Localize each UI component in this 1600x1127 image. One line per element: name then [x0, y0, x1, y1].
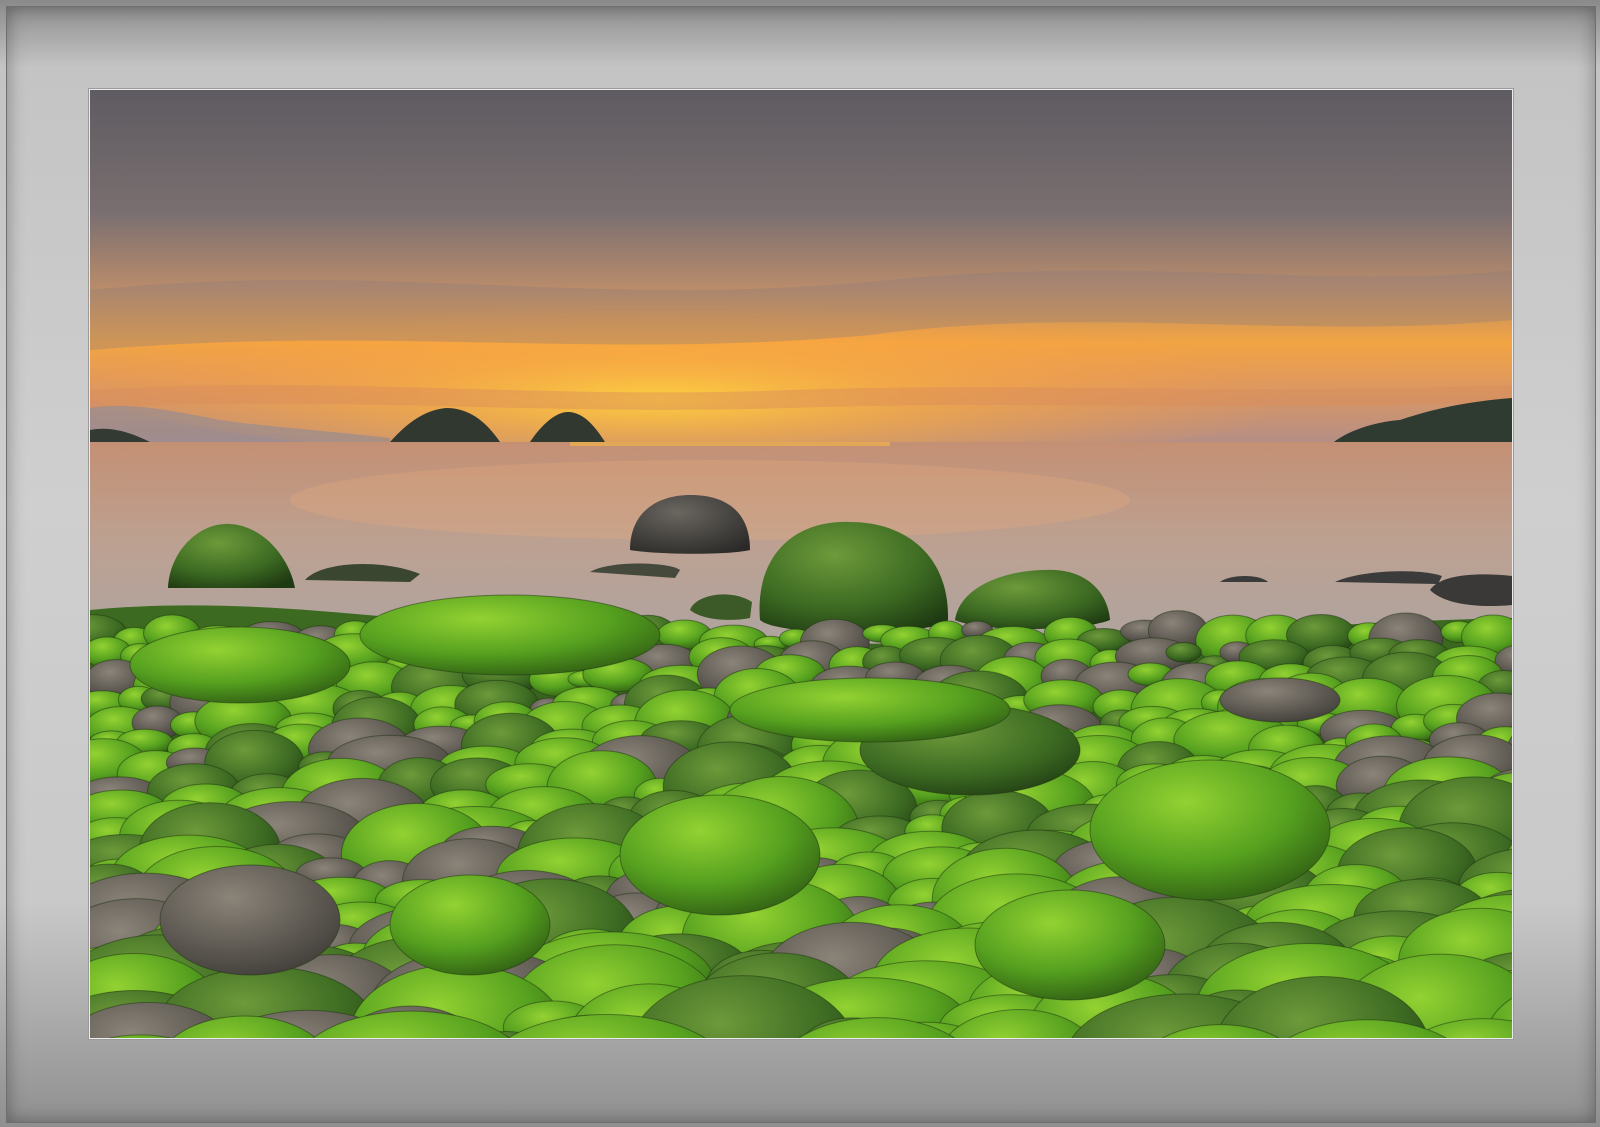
large-moss-rock [1219, 677, 1341, 723]
large-moss-rock [359, 594, 661, 676]
large-moss-rock [729, 677, 1011, 743]
mossy-rocks [90, 594, 1512, 1038]
scene-svg [90, 90, 1512, 1038]
large-moss-rock [389, 874, 551, 976]
large-moss-rock [974, 889, 1166, 1001]
large-moss-rock [1089, 759, 1331, 901]
landscape-photo [89, 89, 1513, 1039]
horizon-glint [570, 442, 890, 446]
moss-rock [1165, 642, 1202, 663]
large-moss-rock [159, 864, 341, 976]
large-moss-rock [129, 626, 351, 704]
large-moss-rock [619, 794, 821, 916]
